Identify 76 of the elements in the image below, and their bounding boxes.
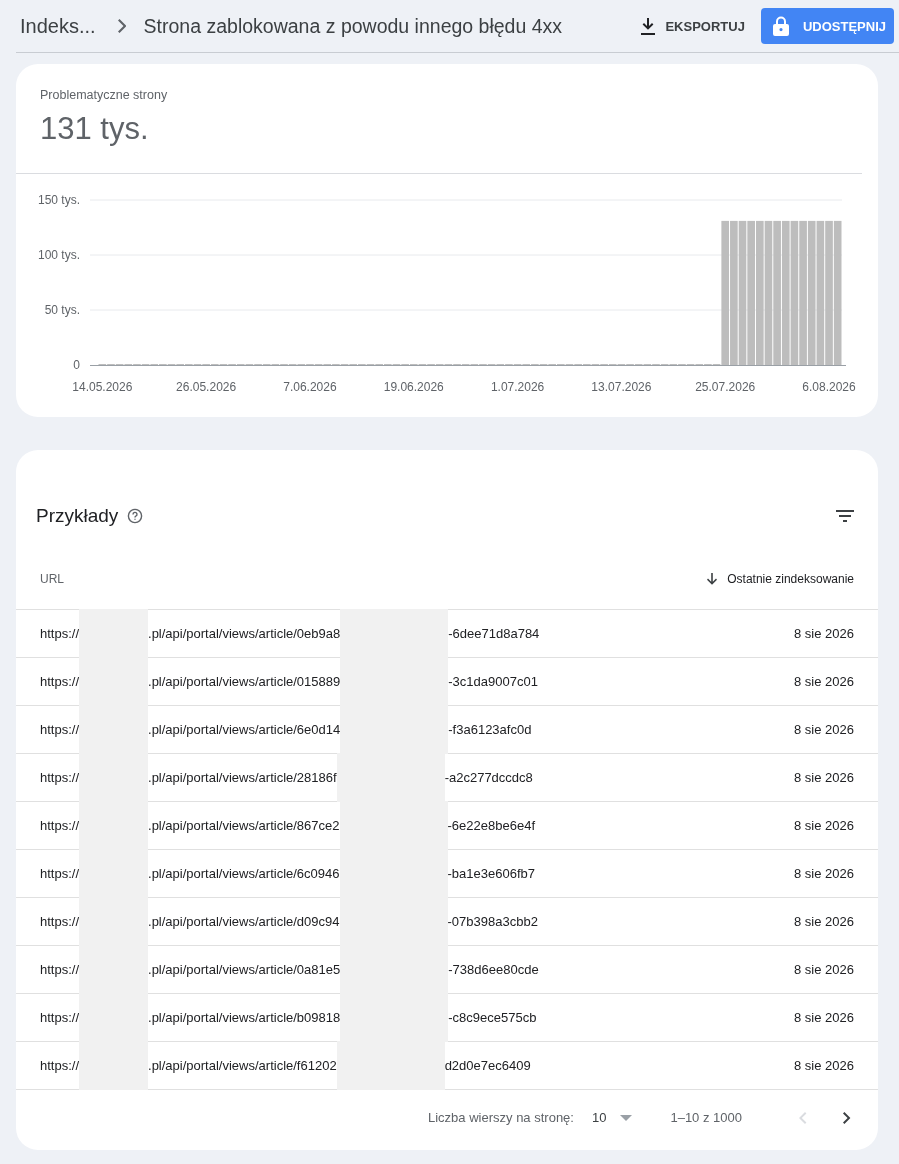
lock-icon xyxy=(772,16,789,36)
url-text[interactable]: -3c1da9007c01 xyxy=(448,674,538,689)
url-text[interactable]: .pl/api/portal/views/article/6e0d14 xyxy=(148,722,341,737)
url-text[interactable]: https:// xyxy=(40,962,80,977)
url-text[interactable]: .pl/api/portal/views/article/28186f xyxy=(148,770,337,785)
date-cell-text: 8 sie 2026 xyxy=(794,865,854,883)
date-cell-text: 8 sie 2026 xyxy=(794,625,854,643)
metric-label: Problematyczne strony xyxy=(40,88,169,102)
date-cell-text: 8 sie 2026 xyxy=(794,721,854,739)
x-axis-label: 26.05.2026 xyxy=(176,380,237,394)
section-title: Przykłady xyxy=(36,505,119,527)
url-text[interactable]: https:// xyxy=(40,818,80,833)
y-axis-label: 150 tys. xyxy=(37,193,80,207)
url-text[interactable]: .pl/api/portal/views/article/f61202 xyxy=(148,1058,337,1073)
date-cell-text: 8 sie 2026 xyxy=(794,673,854,691)
date-cell-text: 8 sie 2026 xyxy=(794,1057,854,1075)
page-range: 1–10 z 1000 xyxy=(670,1110,742,1125)
url-text[interactable]: .pl/api/portal/views/article/0eb9a8 xyxy=(148,626,341,641)
chevron-right-icon xyxy=(115,19,126,33)
date-cell-text: 8 sie 2026 xyxy=(794,817,854,835)
url-text[interactable]: https:// xyxy=(40,866,80,881)
url-text[interactable]: -a2c277dccdc8 xyxy=(444,770,533,785)
x-axis-label: 6.08.2026 xyxy=(802,380,856,394)
dropdown-caret-icon xyxy=(620,1114,633,1121)
url-text[interactable]: -f3a6123afc0d xyxy=(448,722,532,737)
download-icon xyxy=(641,17,656,35)
x-axis-label: 1.07.2026 xyxy=(490,380,545,394)
url-text[interactable]: -6e22e8be6e4f xyxy=(447,818,535,833)
url-text[interactable]: https:// xyxy=(40,722,80,737)
url-text[interactable]: https:// xyxy=(40,674,80,689)
rows-per-page-value: 10 xyxy=(591,1110,607,1125)
filter-icon[interactable] xyxy=(836,510,854,522)
x-axis-label: 13.07.2026 xyxy=(591,380,652,394)
sort-column-header[interactable]: Ostatnie zindeksowanie xyxy=(707,548,854,609)
url-text[interactable]: .pl/api/portal/views/article/0a81e5 xyxy=(148,962,341,977)
export-button[interactable]: EKSPORTUJ xyxy=(633,11,753,41)
url-text[interactable]: .pl/api/portal/views/article/015889 xyxy=(148,674,341,689)
url-text[interactable]: .pl/api/portal/views/article/d09c94 xyxy=(148,914,340,929)
date-cell-text: 8 sie 2026 xyxy=(794,1009,854,1027)
y-axis-label: 100 tys. xyxy=(37,248,80,262)
x-axis-label: 7.06.2026 xyxy=(283,380,337,394)
column-header[interactable]: URL xyxy=(40,548,708,609)
url-text[interactable]: https:// xyxy=(40,914,80,929)
url-text[interactable]: https:// xyxy=(40,1010,80,1025)
rows-per-page-label: Liczba wierszy na stronę: xyxy=(428,1110,574,1125)
url-text[interactable]: d2d0e7ec6409 xyxy=(444,1058,531,1073)
date-cell-text: 8 sie 2026 xyxy=(794,769,854,787)
y-axis-label: 50 tys. xyxy=(44,303,80,317)
date-cell-text: 8 sie 2026 xyxy=(794,913,854,931)
chevron-right-icon xyxy=(842,1111,852,1124)
share-button[interactable]: UDOSTĘPNIJ xyxy=(760,8,894,44)
url-text[interactable]: .pl/api/portal/views/article/b09818 xyxy=(148,1010,341,1025)
url-text[interactable]: -738d6ee80cde xyxy=(448,962,539,977)
url-text[interactable]: -07b398a3cbb2 xyxy=(447,914,538,929)
metric-value: 131 tys. xyxy=(40,111,150,147)
x-axis-label: 25.07.2026 xyxy=(695,380,756,394)
page-title: Strona zablokowana z powodu innego błędu 4xx xyxy=(143,14,564,38)
url-text[interactable]: .pl/api/portal/views/article/6c0946 xyxy=(148,866,340,881)
redacted-area xyxy=(79,609,149,658)
x-axis-label: 19.06.2026 xyxy=(383,380,444,394)
url-text[interactable]: -6dee71d8a784 xyxy=(448,626,540,641)
url-text[interactable]: -ba1e3e606fb7 xyxy=(447,866,535,881)
url-text[interactable]: https:// xyxy=(40,626,80,641)
url-text[interactable]: .pl/api/portal/views/article/867ce2 xyxy=(148,818,340,833)
url-text[interactable]: https:// xyxy=(40,770,80,785)
arrow-down-icon xyxy=(707,572,718,585)
y-axis-label: 0 xyxy=(73,358,80,372)
x-axis-label: 14.05.2026 xyxy=(72,380,133,394)
date-cell-text: 8 sie 2026 xyxy=(794,961,854,979)
url-text[interactable]: -c8c9ece575cb xyxy=(448,1010,537,1025)
breadcrumb-link[interactable]: Indeks... xyxy=(20,14,96,38)
chevron-left-icon xyxy=(798,1111,808,1124)
help-icon[interactable] xyxy=(127,508,144,524)
redacted-area xyxy=(79,1041,149,1090)
url-text[interactable]: https:// xyxy=(40,1058,80,1073)
rows-per-page-dropdown[interactable]: 10 xyxy=(591,1110,633,1125)
